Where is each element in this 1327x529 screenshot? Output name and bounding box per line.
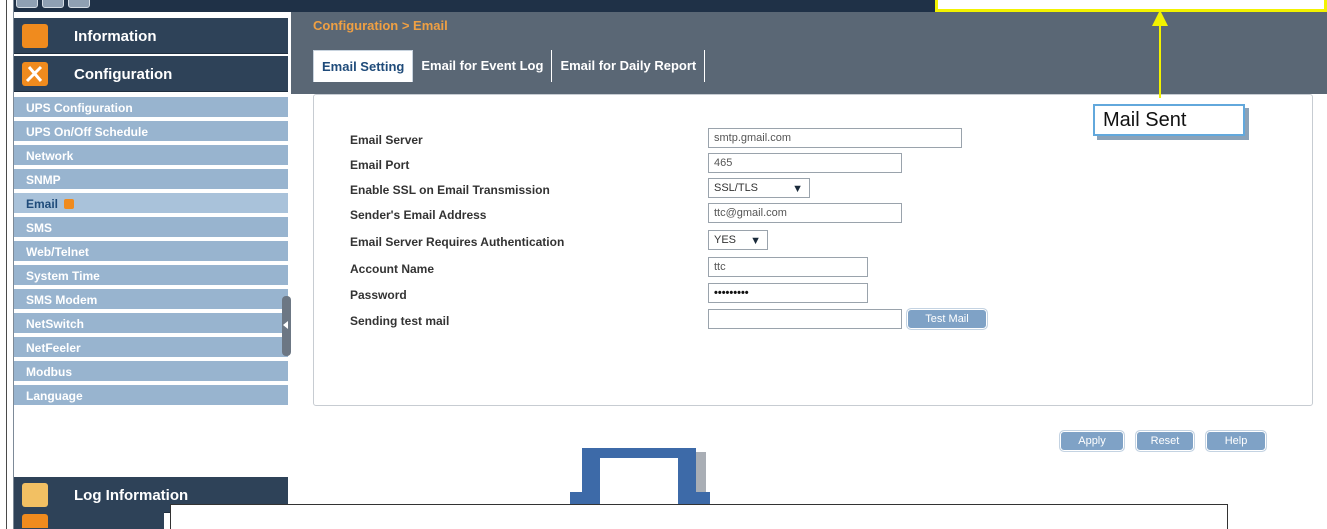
sidebar-item-label: NetFeeler (26, 341, 81, 355)
sidebar-item-label: UPS Configuration (26, 101, 133, 115)
sidebar-header-partial (14, 512, 164, 529)
sidebar-item-netfeeler[interactable]: NetFeeler (14, 337, 288, 359)
mail-sent-callout: Mail Sent (1093, 104, 1245, 136)
apply-button[interactable]: Apply (1059, 430, 1125, 452)
status-message-box (935, 0, 1327, 12)
expand-icon (64, 199, 75, 209)
sidebar-item-sms[interactable]: SMS (14, 217, 288, 239)
email-port-field[interactable]: 465 (708, 153, 902, 173)
main-content: Configuration > Email Email Setting Emai… (291, 12, 1327, 529)
tab-email-event-log[interactable]: Email for Event Log (413, 50, 553, 82)
password-label: Password (350, 288, 407, 302)
password-field[interactable]: ••••••••• (708, 283, 868, 303)
sidebar-item-label: SMS (26, 221, 53, 235)
tab-bar: Email Setting Email for Event Log Email … (313, 50, 706, 82)
sidebar-item-ups-onoff-schedule[interactable]: UPS On/Off Schedule (14, 121, 288, 143)
sidebar-header-label: Information (74, 28, 157, 45)
sender-email-field[interactable]: ttc@gmail.com (708, 203, 902, 223)
left-frame (0, 0, 14, 529)
test-mail-field[interactable] (708, 309, 902, 329)
main-header: Configuration > Email Email Setting Emai… (291, 12, 1327, 94)
sidebar-item-label: SMS Modem (26, 293, 98, 307)
sidebar-item-email[interactable]: Email (14, 193, 288, 215)
sidebar-item-modbus[interactable]: Modbus (14, 361, 288, 383)
ssl-select-value: SSL/TLS (714, 182, 759, 194)
toolbar-button[interactable] (16, 0, 38, 8)
sidebar-collapse-handle[interactable] (282, 296, 291, 356)
test-mail-button[interactable]: Test Mail (906, 308, 988, 330)
chevron-down-icon: ▼ (792, 183, 803, 195)
sidebar-item-system-time[interactable]: System Time (14, 265, 288, 287)
sidebar-item-sms-modem[interactable]: SMS Modem (14, 289, 288, 311)
sidebar-item-label: Modbus (26, 365, 72, 379)
tab-email-setting[interactable]: Email Setting (313, 50, 414, 82)
reset-button[interactable]: Reset (1135, 430, 1195, 452)
sidebar-item-label: UPS On/Off Schedule (26, 125, 149, 139)
top-toolbar (0, 0, 1327, 12)
sidebar-item-web-telnet[interactable]: Web/Telnet (14, 241, 288, 263)
sidebar-item-label: NetSwitch (26, 317, 85, 331)
info-panel-icon (22, 24, 48, 48)
sidebar-header-label: Log Information (74, 487, 189, 504)
sidebar-item-netswitch[interactable]: NetSwitch (14, 313, 288, 335)
sidebar-item-label: System Time (26, 269, 100, 283)
sidebar-item-network[interactable]: Network (14, 145, 288, 167)
folder-icon (22, 483, 48, 507)
email-settings-panel: Email Server smtp.gmail.com Email Port 4… (313, 94, 1313, 406)
sidebar-item-label: Email (26, 197, 59, 211)
email-server-field[interactable]: smtp.gmail.com (708, 128, 962, 148)
chevron-down-icon: ▼ (750, 235, 761, 247)
account-name-field[interactable]: ttc (708, 257, 868, 277)
sidebar-item-label: SNMP (26, 173, 61, 187)
breadcrumb: Configuration > Email (313, 18, 448, 33)
help-button[interactable]: Help (1205, 430, 1267, 452)
orange-icon (22, 514, 48, 528)
tools-icon (22, 62, 48, 86)
sidebar-item-label: Web/Telnet (26, 245, 89, 259)
sender-email-label: Sender's Email Address (350, 208, 487, 222)
sidebar-header-information[interactable]: Information (14, 18, 288, 54)
account-name-label: Account Name (350, 262, 435, 276)
auth-label: Email Server Requires Authentication (350, 235, 565, 249)
email-server-label: Email Server (350, 133, 423, 147)
bottom-annotation-box (170, 504, 1228, 529)
sidebar-item-snmp[interactable]: SNMP (14, 169, 288, 191)
sidebar-item-ups-configuration[interactable]: UPS Configuration (14, 97, 288, 119)
ssl-label: Enable SSL on Email Transmission (350, 183, 550, 197)
auth-select-value: YES (714, 234, 737, 246)
auth-select[interactable]: YES ▼ (708, 230, 768, 250)
sidebar-item-label: Network (26, 149, 74, 163)
toolbar-button[interactable] (68, 0, 90, 8)
arrow-line (1159, 22, 1161, 98)
sidebar-header-label: Configuration (74, 66, 173, 83)
sidebar-item-label: Language (26, 389, 83, 403)
test-mail-label: Sending test mail (350, 314, 450, 328)
email-port-label: Email Port (350, 158, 410, 172)
sidebar: Information Configuration UPS Configurat… (14, 12, 288, 529)
sidebar-item-language[interactable]: Language (14, 385, 288, 407)
toolbar-button[interactable] (42, 0, 64, 8)
tab-email-daily-report[interactable]: Email for Daily Report (552, 50, 706, 82)
ssl-select[interactable]: SSL/TLS ▼ (708, 178, 810, 198)
sidebar-header-configuration[interactable]: Configuration (14, 56, 288, 92)
